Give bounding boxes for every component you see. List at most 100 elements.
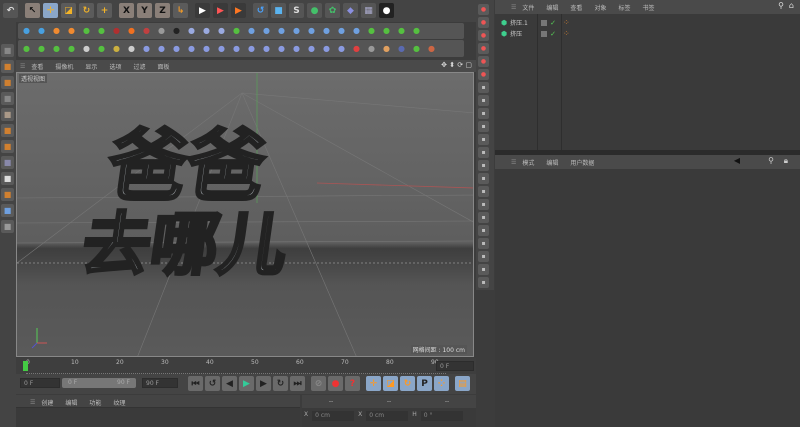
row2-tool-19-icon[interactable]: ● [305,24,318,37]
row3-tool-3-icon[interactable]: ● [65,42,78,55]
array-icon[interactable]: ● [307,3,322,18]
right-tool-14-icon[interactable]: ▪ [478,186,489,197]
key-scale-icon[interactable]: ◪ [383,376,398,391]
row3-tool-2-icon[interactable]: ● [50,42,63,55]
live-select-icon[interactable]: ↖ [25,3,40,18]
row2-tool-17-icon[interactable]: ● [275,24,288,37]
z-axis-icon[interactable]: Z [155,3,170,18]
coordinate-system-icon[interactable]: ↳ [173,3,188,18]
search-icon[interactable]: ⚲ [778,1,784,10]
recent-tool-icon[interactable]: + [97,3,112,18]
right-tool-3-icon[interactable]: ● [478,43,489,54]
row2-tool-16-icon[interactable]: ● [260,24,273,37]
row3-tool-1-icon[interactable]: ● [35,42,48,55]
row3-tool-20-icon[interactable]: ● [320,42,333,55]
subdivision-icon[interactable]: S [289,3,304,18]
panel-grip-icon[interactable]: ☰ [20,63,25,70]
spline-pen-icon[interactable]: ↺ [253,3,268,18]
row3-tool-5-icon[interactable]: ● [95,42,108,55]
play-icon[interactable]: ▶ [239,376,254,391]
cloner-icon[interactable]: ✿ [325,3,340,18]
viewport-menu-item-3[interactable]: 选项 [109,62,121,71]
x-axis-icon[interactable]: X [119,3,134,18]
render-picture-viewer-icon[interactable]: ▶ [213,3,228,18]
right-tool-9-icon[interactable]: ▪ [478,121,489,132]
left-mode-9-icon[interactable]: ■ [1,188,14,201]
visibility-toggle[interactable] [541,19,548,26]
row3-tool-18-icon[interactable]: ● [290,42,303,55]
right-tool-1-icon[interactable]: ● [478,17,489,28]
row3-tool-25-icon[interactable]: ● [395,42,408,55]
keyframe-help-icon[interactable]: ? [345,376,360,391]
row3-tool-12-icon[interactable]: ● [200,42,213,55]
right-tool-20-icon[interactable]: ▪ [478,264,489,275]
material-tag-icon[interactable]: ⁘ [563,18,570,27]
enabled-check-icon[interactable]: ✓ [550,30,556,38]
viewport[interactable]: 透视视图 爸爸 去哪儿 网格间距 : 100 cm [16,72,474,357]
row3-tool-0-icon[interactable]: ● [20,42,33,55]
viewport-menu-item-0[interactable]: 查看 [31,62,43,71]
left-mode-8-icon[interactable]: ■ [1,172,14,185]
object-menu-item-3[interactable]: 对象 [594,3,606,12]
row2-tool-11-icon[interactable]: ● [185,24,198,37]
left-mode-5-icon[interactable]: ■ [1,124,14,137]
right-tool-8-icon[interactable]: ▪ [478,108,489,119]
row2-tool-14-icon[interactable]: ● [230,24,243,37]
row2-tool-26-icon[interactable]: ● [410,24,423,37]
viewport-menu-item-2[interactable]: 显示 [85,62,97,71]
row3-tool-11-icon[interactable]: ● [185,42,198,55]
row2-tool-20-icon[interactable]: ● [320,24,333,37]
object-menu-item-0[interactable]: 文件 [522,3,534,12]
viewport-nav-icons[interactable]: ✥ ⬍ ⟳ ▢ [441,61,472,69]
object-menu-item-2[interactable]: 查看 [570,3,582,12]
attributes-menu-item-0[interactable]: 模式 [522,158,534,167]
right-tool-0-icon[interactable]: ● [478,4,489,15]
panel-grip-icon[interactable]: ☰ [511,159,516,166]
home-icon[interactable]: ⌂ [789,1,794,10]
row3-tool-21-icon[interactable]: ● [335,42,348,55]
record-disabled-icon[interactable]: ⊘ [311,376,326,391]
right-tool-13-icon[interactable]: ▪ [478,173,489,184]
viewport-menu-item-4[interactable]: 过滤 [133,62,145,71]
material-tag-icon[interactable]: ⁘ [563,29,570,38]
right-tool-5-icon[interactable]: ● [478,69,489,80]
render-settings-icon[interactable]: ▶ [231,3,246,18]
left-mode-7-icon[interactable]: ■ [1,156,14,169]
right-tool-2-icon[interactable]: ● [478,30,489,41]
coord-field[interactable]: 0 cm [312,411,355,421]
panel-grip-icon[interactable]: ☰ [30,399,35,406]
key-pla-icon[interactable]: ⁘ [434,376,449,391]
next-frame-icon[interactable]: ▶ [256,376,271,391]
right-tool-17-icon[interactable]: ▪ [478,225,489,236]
row2-tool-1-icon[interactable]: ● [35,24,48,37]
object-name[interactable]: 挤压 [510,29,536,38]
object-menu-item-4[interactable]: 标签 [618,3,630,12]
timeline[interactable]: 0102030405060708090 0 F [16,358,476,374]
left-mode-1-icon[interactable]: ■ [1,60,14,73]
right-tool-19-icon[interactable]: ▪ [478,251,489,262]
viewport-menu-item-1[interactable]: 摄像机 [55,62,73,71]
row2-tool-3-icon[interactable]: ● [65,24,78,37]
attributes-menu-item-2[interactable]: 用户数据 [570,158,594,167]
search-icon[interactable]: ⚲ [768,156,774,165]
current-frame-field[interactable]: 0 F [436,361,474,371]
row2-tool-18-icon[interactable]: ● [290,24,303,37]
row2-tool-23-icon[interactable]: ● [365,24,378,37]
prev-key-icon[interactable]: ↺ [205,376,220,391]
left-mode-4-icon[interactable]: ■ [1,108,14,121]
row3-tool-14-icon[interactable]: ● [230,42,243,55]
panel-grip-icon[interactable]: ☰ [511,4,516,11]
key-param-icon[interactable]: P [417,376,432,391]
render-view-icon[interactable]: ▶ [195,3,210,18]
back-arrow-icon[interactable]: ◀ [734,156,740,165]
object-row[interactable]: ⬢ 挤压 ✓ ⁘ [501,28,800,39]
material-menu-item-0[interactable]: 创建 [41,398,53,407]
key-position-icon[interactable]: ✛ [366,376,381,391]
coord-field[interactable]: 0 ° [420,411,463,421]
right-tool-16-icon[interactable]: ▪ [478,212,489,223]
right-tool-6-icon[interactable]: ▪ [478,82,489,93]
object-row[interactable]: ⬢ 挤压.1 ✓ ⁘ [501,17,800,28]
left-mode-11-icon[interactable]: ■ [1,220,14,233]
right-tool-7-icon[interactable]: ▪ [478,95,489,106]
object-name[interactable]: 挤压.1 [510,18,536,27]
